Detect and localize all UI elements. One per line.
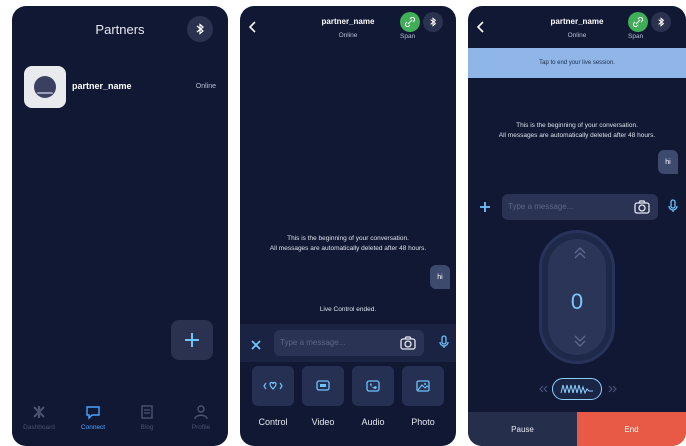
nav-item-connect[interactable]: Connect <box>66 400 120 446</box>
plus-icon <box>480 202 490 212</box>
chevron-up-icon <box>574 247 586 259</box>
dashboard-icon <box>33 406 45 418</box>
control-icon <box>263 381 283 390</box>
nav-label: Profile <box>191 424 211 431</box>
system-message-line: This is the beginning of your conversati… <box>287 235 409 242</box>
link-label: Span <box>628 33 644 40</box>
link-label: Span <box>400 33 416 40</box>
status-message: Live Control ended. <box>319 306 377 313</box>
system-message-line: All messages are automatically deleted a… <box>269 245 427 252</box>
photo-icon <box>416 380 430 392</box>
nav-item-dashboard[interactable]: Dashboard <box>12 400 66 446</box>
blog-icon <box>141 405 153 419</box>
bluetooth-icon <box>196 23 204 35</box>
pattern-button[interactable] <box>552 378 602 400</box>
bluetooth-button[interactable] <box>651 12 671 32</box>
action-label: Video <box>311 417 335 427</box>
wave-pattern-icon <box>560 384 593 394</box>
message-placeholder: Type a message... <box>508 202 574 211</box>
camera-icon[interactable] <box>400 336 416 350</box>
add-attachment-button[interactable] <box>479 200 491 218</box>
camera-icon[interactable] <box>634 200 650 214</box>
intensity-slider[interactable]: 0 <box>539 230 615 364</box>
chat-icon <box>86 406 100 420</box>
action-audio[interactable]: Audio <box>352 366 394 427</box>
profile-icon <box>194 405 208 420</box>
action-control[interactable]: Control <box>252 366 294 427</box>
message-input-bar: Type a message... <box>240 324 456 362</box>
chevron-down-icon <box>574 335 586 347</box>
message-input[interactable]: Type a message... <box>274 330 424 356</box>
end-session-banner[interactable]: Tap to end your live session. <box>468 48 686 78</box>
nav-label: Connect <box>80 424 106 431</box>
add-partner-button[interactable] <box>171 320 213 360</box>
message-bubble: hi <box>658 150 678 174</box>
link-icon <box>405 17 415 27</box>
link-icon <box>633 17 643 27</box>
message-placeholder: Type a message... <box>280 338 346 347</box>
bluetooth-icon <box>658 17 665 27</box>
nav-label: Dashboard <box>23 424 55 431</box>
bluetooth-icon <box>430 17 437 27</box>
action-label: Photo <box>411 417 435 427</box>
partners-screen: Partners partner_name Online Dashboard C… <box>12 6 228 446</box>
chevron-right-double-icon[interactable] <box>608 385 618 393</box>
close-icon <box>251 340 261 350</box>
system-message-line: This is the beginning of your conversati… <box>516 122 638 129</box>
message-input[interactable]: Type a message... <box>502 194 658 220</box>
action-label: Control <box>258 417 288 427</box>
close-actions-button[interactable] <box>251 337 261 355</box>
video-icon <box>316 380 330 391</box>
partner-status: Online <box>195 83 216 90</box>
partner-name: partner_name <box>72 81 132 91</box>
chevron-left-double-icon[interactable] <box>538 385 548 393</box>
microphone-button[interactable] <box>439 335 449 354</box>
microphone-button[interactable] <box>668 199 678 218</box>
action-photo[interactable]: Photo <box>402 366 444 427</box>
phone-icon <box>366 380 380 392</box>
microphone-icon <box>668 199 678 212</box>
nav-item-blog[interactable]: Blog <box>120 400 174 446</box>
partner-list-item[interactable]: partner_name Online <box>24 66 216 108</box>
link-button[interactable] <box>628 12 648 32</box>
pause-button[interactable]: Pause <box>468 412 577 446</box>
action-video[interactable]: Video <box>302 366 344 427</box>
microphone-icon <box>439 335 449 348</box>
intensity-value: 0 <box>570 289 584 314</box>
chat-partner-status: Online <box>567 32 587 39</box>
nav-label: Blog <box>140 424 154 431</box>
nav-item-profile[interactable]: Profile <box>174 400 228 446</box>
message-bubble: hi <box>430 265 450 289</box>
action-label: Audio <box>361 417 385 427</box>
chat-screen: partner_name Online Span This is the beg… <box>240 6 456 446</box>
system-message-line: All messages are automatically deleted a… <box>498 132 656 139</box>
plus-icon <box>185 333 199 347</box>
chat-partner-status: Online <box>338 32 358 39</box>
end-button[interactable]: End <box>577 412 686 446</box>
action-tiles: Control Video Audio Photo <box>252 366 444 427</box>
message-input-bar: Type a message... <box>468 188 686 226</box>
live-control-screen: partner_name Online Span Tap to end your… <box>468 6 686 446</box>
session-controls: Pause End <box>468 412 686 446</box>
bottom-nav: Dashboard Connect Blog Profile <box>12 400 228 446</box>
bluetooth-button[interactable] <box>423 12 443 32</box>
bluetooth-button[interactable] <box>187 16 213 42</box>
avatar <box>24 66 66 108</box>
link-button[interactable] <box>400 12 420 32</box>
